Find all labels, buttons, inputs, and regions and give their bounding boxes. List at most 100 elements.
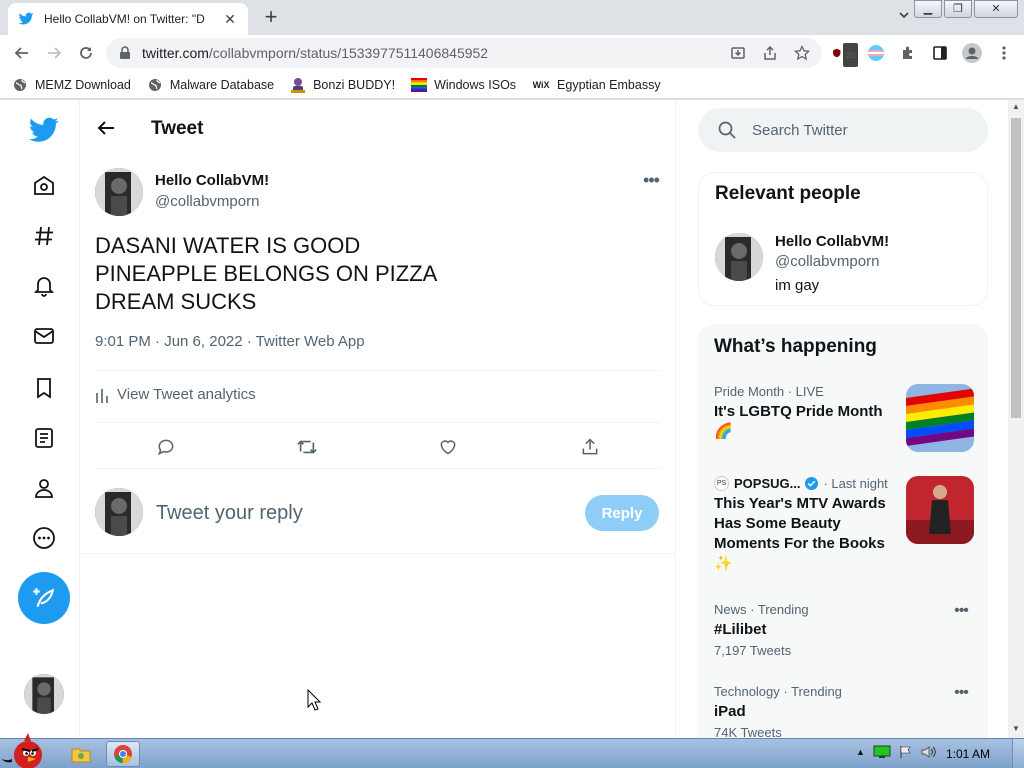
url-host: twitter.com — [142, 45, 209, 61]
trend-meta: Technology · Trending — [714, 684, 842, 699]
page-scrollbar[interactable]: ▲ ▼ — [1008, 100, 1024, 738]
whats-happening-panel: What’s happening Pride Month · LIVE It's… — [698, 324, 988, 738]
trend-count: 7,197 Tweets — [714, 643, 792, 658]
chrome-taskbar-icon[interactable] — [106, 741, 140, 767]
bookmark-label: MEMZ Download — [35, 77, 131, 92]
like-heart-icon[interactable] — [433, 432, 463, 462]
lock-icon — [120, 46, 130, 59]
trend-source: POPSUG... — [734, 476, 801, 491]
restore-icon[interactable]: ❐ — [944, 0, 972, 18]
compose-tweet-button[interactable] — [18, 572, 70, 624]
feather-plus-icon — [33, 588, 55, 607]
trend-item[interactable]: News · Trending #Lilibet 7,197 Tweets ••… — [714, 602, 974, 658]
profile-person-icon[interactable] — [26, 470, 62, 506]
person-name[interactable]: Hello CollabVM! — [775, 233, 889, 250]
scroll-thumb[interactable] — [1011, 118, 1021, 418]
forward-arrow-icon[interactable] — [38, 37, 70, 69]
popsugar-logo-icon: PS — [714, 476, 729, 491]
trend-item[interactable]: Pride Month · LIVE It's LGBTQ Pride Mont… — [714, 384, 974, 452]
notifications-bell-icon[interactable] — [26, 268, 62, 304]
account-avatar[interactable] — [24, 674, 64, 714]
pride-flag-image — [906, 384, 974, 452]
bookmark-malware-database[interactable]: Malware Database — [147, 77, 274, 93]
view-analytics-link[interactable]: View Tweet analytics — [95, 386, 256, 403]
more-circle-icon[interactable] — [26, 520, 62, 556]
bookmark-label: Malware Database — [169, 77, 275, 92]
person-avatar[interactable] — [715, 233, 763, 281]
scroll-down-icon[interactable]: ▼ — [1008, 724, 1024, 738]
retweet-icon[interactable] — [292, 432, 322, 462]
tweet-more-icon[interactable]: ••• — [638, 170, 664, 190]
bookmarks-icon[interactable] — [26, 370, 62, 406]
share-upload-icon[interactable] — [575, 432, 605, 462]
back-arrow-icon[interactable] — [6, 37, 38, 69]
new-tab-button[interactable]: + — [258, 5, 284, 31]
divider — [80, 553, 676, 554]
bookmark-egyptian-embassy[interactable]: WiX Egyptian Embassy — [532, 77, 661, 93]
trend-meta: News · Trending — [714, 602, 809, 617]
tweet-actions — [95, 432, 661, 462]
side-panel-icon[interactable] — [928, 41, 952, 65]
bonzi-icon — [290, 77, 306, 93]
bookmark-star-icon[interactable] — [792, 43, 812, 63]
volume-icon[interactable] — [921, 745, 937, 759]
panel-title: What’s happening — [714, 336, 877, 357]
ublock-extension-icon[interactable]: 20 — [832, 41, 858, 67]
scroll-up-icon[interactable]: ▲ — [1008, 102, 1024, 116]
extensions-puzzle-icon[interactable] — [896, 41, 920, 65]
reply-avatar — [95, 488, 143, 536]
reload-icon[interactable] — [70, 37, 102, 69]
lists-icon[interactable] — [26, 420, 62, 456]
reply-button[interactable]: Reply — [585, 495, 659, 531]
divider — [95, 468, 661, 469]
taskbar-clock[interactable]: 1:01 AM — [946, 747, 990, 761]
trend-headline: It's LGBTQ Pride Month 🌈 — [714, 403, 883, 440]
system-tray: ▲ — [856, 745, 937, 759]
reply-bubble-icon[interactable] — [151, 432, 181, 462]
browser-tab[interactable]: Hello CollabVM! on Twitter: "D ✕ — [8, 3, 248, 35]
explore-hashtag-icon[interactable] — [26, 218, 62, 254]
trend-item[interactable]: Technology · Trending iPad 74K Tweets ••… — [714, 684, 974, 738]
chrome-menu-icon[interactable] — [992, 41, 1016, 65]
bookmark-label: Egyptian Embassy — [557, 77, 661, 92]
relevant-people-panel: Relevant people Hello CollabVM! @collabv… — [698, 172, 988, 306]
address-bar[interactable]: twitter.com/collabvmporn/status/15339775… — [106, 38, 822, 68]
search-box[interactable] — [698, 108, 988, 152]
tweet-line: PINEAPPLE BELONGS ON PIZZA — [95, 261, 438, 286]
tweet-author-name[interactable]: Hello CollabVM! — [155, 172, 269, 189]
window-close-icon[interactable]: ✕ — [974, 0, 1018, 18]
trend-headline: iPad — [714, 703, 746, 720]
file-explorer-icon[interactable] — [64, 741, 98, 767]
globe-icon — [147, 77, 163, 93]
twitter-logo-icon[interactable] — [26, 112, 62, 148]
messages-envelope-icon[interactable] — [26, 318, 62, 354]
pride-extension-icon[interactable] — [864, 41, 888, 65]
tweet-timestamp[interactable]: 9:01 PM · Jun 6, 2022 · Twitter Web App — [95, 333, 365, 350]
globe-icon — [12, 77, 28, 93]
minimize-icon[interactable]: ▁ — [914, 0, 942, 18]
back-arrow-icon[interactable] — [92, 114, 120, 142]
tweet-text: DASANI WATER IS GOOD PINEAPPLE BELONGS O… — [95, 232, 437, 316]
bookmark-memz[interactable]: MEMZ Download — [12, 77, 131, 93]
bookmark-windows-isos[interactable]: Windows ISOs — [411, 77, 516, 93]
search-input[interactable] — [752, 121, 972, 139]
home-icon[interactable] — [26, 168, 62, 204]
profile-icon[interactable] — [960, 41, 984, 65]
bookmark-bonzi-buddy[interactable]: Bonzi BUDDY! — [290, 77, 395, 93]
start-button[interactable] — [2, 731, 52, 768]
tweet-author-avatar[interactable] — [95, 168, 143, 216]
install-app-icon[interactable] — [728, 43, 748, 63]
share-icon[interactable] — [760, 43, 780, 63]
flag-icon[interactable] — [899, 745, 913, 759]
trend-item[interactable]: PS POPSUG... · Last night This Year's MT… — [714, 476, 974, 574]
trend-more-icon[interactable]: ••• — [948, 602, 974, 620]
reply-input[interactable] — [156, 498, 556, 528]
tab-close-icon[interactable]: ✕ — [222, 11, 238, 28]
show-desktop-button[interactable] — [1012, 739, 1024, 768]
tray-expand-icon[interactable]: ▲ — [856, 747, 865, 757]
divider — [95, 370, 661, 371]
tab-search-icon[interactable] — [894, 8, 914, 28]
network-icon[interactable] — [873, 745, 891, 759]
trend-more-icon[interactable]: ••• — [948, 684, 974, 702]
tweet-author-handle[interactable]: @collabvmporn — [155, 193, 259, 210]
